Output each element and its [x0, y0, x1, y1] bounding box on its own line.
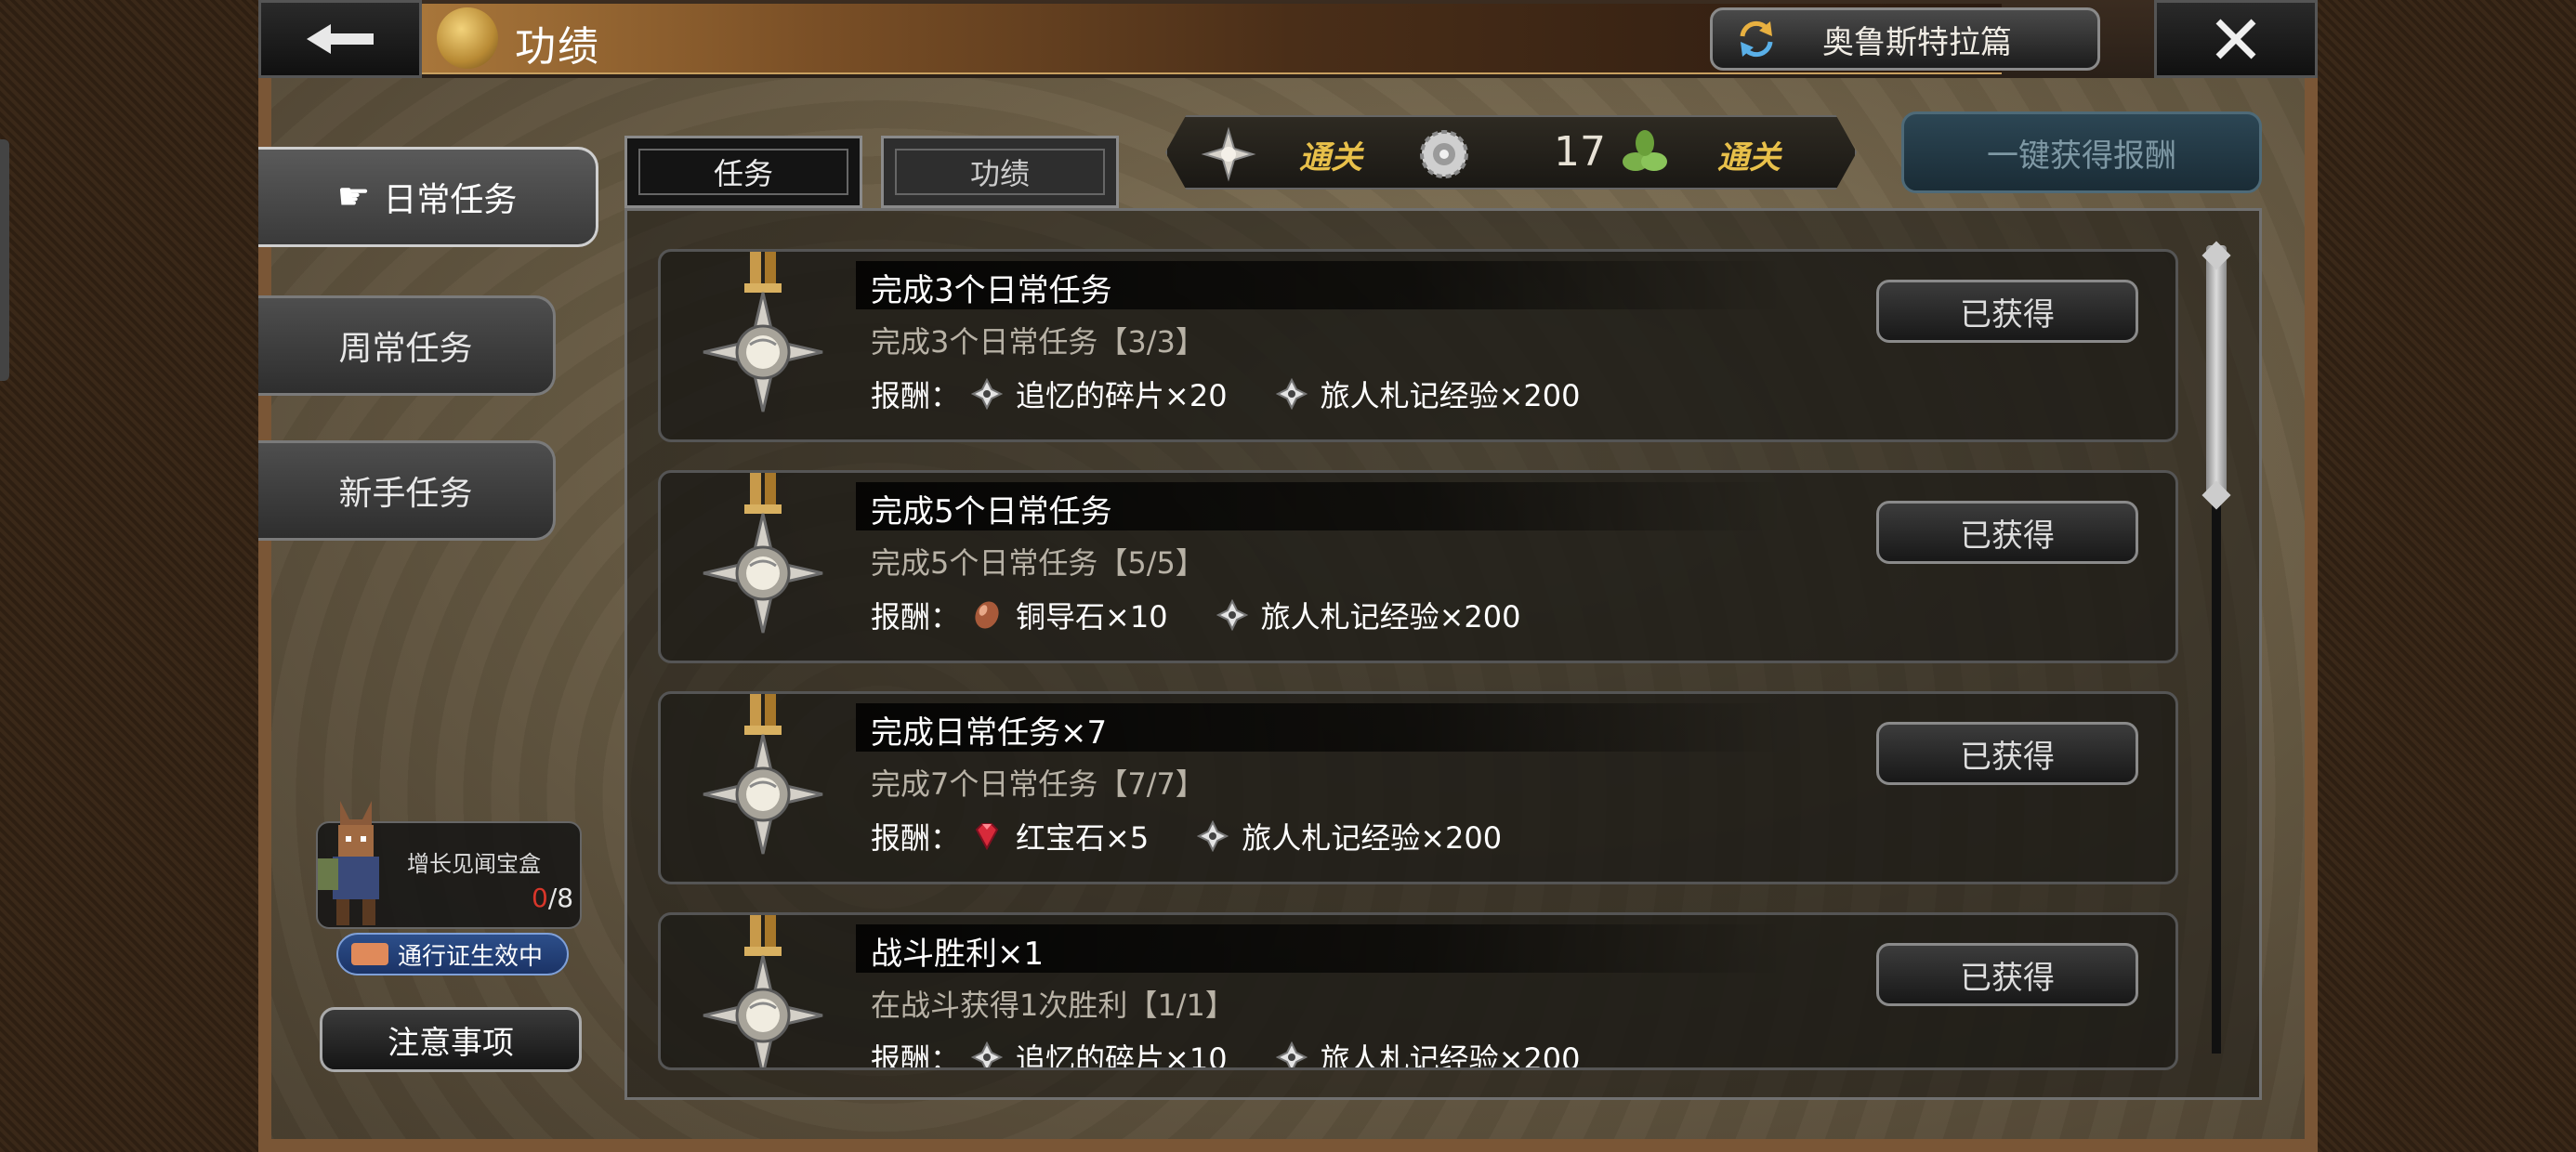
reward-prefix: 报酬：	[871, 378, 961, 413]
tab-label: 功绩	[969, 156, 1030, 191]
pass-active-badge[interactable]: 通行证生效中	[336, 933, 569, 975]
reward-text: 铜导石×10	[1016, 599, 1168, 635]
reward-text: 旅人札记经验×200	[1260, 599, 1521, 635]
category-label: 周常任务	[338, 330, 473, 368]
medal-icon	[698, 473, 828, 666]
reward-text: 旅人札记经验×200	[1320, 378, 1581, 413]
reward-text: 追忆的碎片×10	[1016, 1041, 1228, 1070]
close-button[interactable]	[2154, 0, 2318, 78]
top-bar: 功绩 奥鲁斯特拉篇	[258, 0, 2318, 78]
treasure-count: 0/8	[532, 883, 573, 913]
silver-star-icon	[1201, 126, 1256, 182]
mission-row: 战斗胜利×1 在战斗获得1次胜利【1/1】报酬： 追忆的碎片×10 旅人札记经验×20…	[658, 912, 2178, 1070]
treasure-box-panel[interactable]: 增长见闻宝盒 0/8	[316, 801, 582, 929]
mission-row: 完成日常任务×7 完成7个日常任务【7/7】 报酬： 红宝石×5 旅人札记经验×200 已…	[658, 691, 2178, 884]
tab-missions[interactable]: 任务	[624, 136, 862, 208]
memory-shard-icon	[1186, 820, 1242, 852]
achievement-emblem-icon	[437, 7, 498, 69]
edge-indicator	[0, 139, 9, 381]
medal-icon	[698, 252, 828, 445]
claim-all-button[interactable]: 一键获得报酬	[1901, 111, 2262, 193]
notes-button[interactable]: 注意事项	[320, 1007, 582, 1072]
copper-stone-icon	[960, 599, 1016, 631]
mission-rewards: 报酬： 追忆的碎片×20 旅人札记经验×200	[871, 373, 1580, 415]
mission-progress: 完成7个日常任务【7/7】	[871, 766, 1205, 802]
chapter-select-button[interactable]: 奥鲁斯特拉篇	[1710, 7, 2100, 71]
clear-label: 通关	[1299, 139, 1362, 177]
mission-progress: 完成3个日常任务【3/3】	[871, 324, 1205, 360]
category-label: 新手任务	[338, 475, 473, 513]
category-daily-tab[interactable]: ☛ 日常任务	[258, 147, 598, 247]
medal-icon	[698, 915, 828, 1067]
tab-achievements[interactable]: 功绩	[881, 136, 1119, 208]
treasure-label: 增长见闻宝盒	[407, 851, 541, 877]
obtained-button[interactable]: 已获得	[1876, 501, 2138, 564]
pass-label: 通行证生效中	[398, 942, 544, 971]
reward-text: 旅人札记经验×200	[1242, 820, 1503, 856]
cat-character-sprite	[318, 801, 379, 925]
mission-progress: 完成5个日常任务【5/5】	[871, 545, 1205, 581]
page-title: 功绩	[515, 23, 600, 71]
back-arrow-icon	[307, 24, 374, 54]
close-icon	[2215, 19, 2256, 59]
category-beginner-tab[interactable]: 新手任务	[258, 440, 556, 541]
mission-title: 完成日常任务×7	[871, 714, 1108, 752]
scrollbar-thumb[interactable]	[2206, 245, 2227, 496]
tab-label: 任务	[713, 156, 773, 191]
reward-prefix: 报酬：	[871, 1041, 961, 1070]
reward-prefix: 报酬：	[871, 599, 961, 635]
memory-shard-icon	[1205, 599, 1261, 631]
ticket-icon	[351, 943, 388, 965]
mission-rewards: 报酬： 铜导石×10 旅人札记经验×200	[871, 594, 1520, 636]
reward-prefix: 报酬：	[871, 820, 961, 856]
memory-shard-icon	[960, 1041, 1016, 1067]
mission-rewards: 报酬： 红宝石×5 旅人札记经验×200	[871, 815, 1502, 857]
mission-progress: 在战斗获得1次胜利【1/1】	[871, 988, 1235, 1023]
mission-title: 完成5个日常任务	[871, 493, 1112, 530]
memory-shard-icon	[960, 378, 1016, 410]
reward-text: 旅人札记经验×200	[1320, 1041, 1581, 1070]
reward-text: 红宝石×5	[1016, 820, 1150, 856]
ruby-icon	[960, 820, 1016, 852]
back-button[interactable]	[258, 0, 422, 78]
right-border-pattern	[2318, 0, 2576, 1152]
obtained-button[interactable]: 已获得	[1876, 280, 2138, 343]
medal-icon	[698, 694, 828, 887]
treasure-current: 0	[532, 883, 548, 913]
clear-count: 17	[1554, 128, 1606, 176]
mission-title: 战斗胜利×1	[871, 936, 1045, 973]
gear-medal-icon	[1420, 130, 1468, 178]
green-leaf-icon	[1623, 130, 1667, 171]
obtained-button[interactable]: 已获得	[1876, 722, 2138, 785]
mission-rewards: 报酬： 追忆的碎片×10 旅人札记经验×200	[871, 1036, 1581, 1070]
mission-title: 完成3个日常任务	[871, 272, 1112, 309]
mission-row: 完成5个日常任务完成5个日常任务【5/5】 报酬： 铜导石×10 旅人札记经验×200…	[658, 470, 2178, 663]
clear-label: 通关	[1717, 139, 1781, 177]
pointing-hand-icon: ☛	[336, 176, 371, 218]
treasure-max: /8	[547, 883, 574, 913]
reward-text: 追忆的碎片×20	[1016, 378, 1228, 413]
memory-shard-icon	[1265, 1041, 1321, 1067]
chapter-label: 奥鲁斯特拉篇	[1822, 23, 2012, 61]
switch-icon	[1740, 20, 1773, 58]
obtained-button[interactable]: 已获得	[1876, 943, 2138, 1006]
category-weekly-tab[interactable]: 周常任务	[258, 295, 556, 396]
memory-shard-icon	[1265, 378, 1321, 410]
category-label: 日常任务	[383, 181, 518, 219]
clear-status-bar: 通关 17 通关	[1165, 115, 1857, 190]
mission-row: 完成3个日常任务完成3个日常任务【3/3】 报酬： 追忆的碎片×20 旅人札记经验×2…	[658, 249, 2178, 442]
left-border-pattern	[0, 0, 258, 1152]
